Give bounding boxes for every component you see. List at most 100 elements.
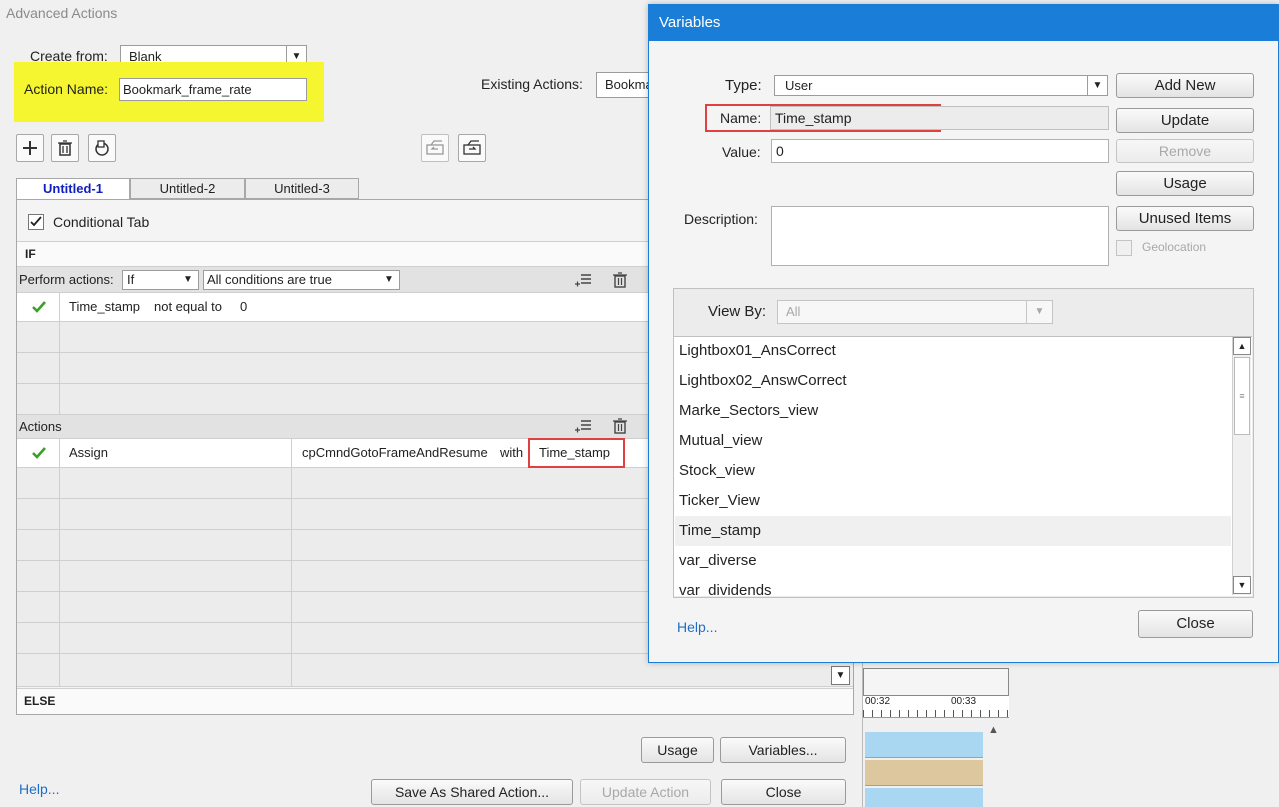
condition-value[interactable]: 0 (240, 299, 247, 314)
variable-list-item-selected[interactable]: Time_stamp (675, 516, 1231, 546)
dialog-usage-button[interactable]: Usage (1116, 171, 1254, 196)
action-name-input[interactable]: Bookmark_frame_rate (119, 78, 307, 101)
chevron-down-icon: ▼ (183, 274, 193, 285)
timeline-ruler: 00:32 00:33 (863, 696, 1009, 718)
tab-untitled-2[interactable]: Untitled-2 (130, 178, 245, 199)
update-label: Update (1160, 112, 1210, 129)
unused-items-button[interactable]: Unused Items (1116, 206, 1254, 231)
conditions-dropdown[interactable]: All conditions are true ▼ (203, 270, 400, 290)
name-value: Time_stamp (775, 110, 852, 126)
description-label: Description: (684, 211, 758, 227)
scroll-down-button[interactable]: ▼ (1233, 576, 1251, 594)
variable-list-item[interactable]: Mutual_view (675, 426, 1231, 456)
variables-button-label: Variables... (748, 742, 818, 758)
tab-label: Untitled-3 (274, 181, 330, 196)
variable-list-item[interactable]: Marke_Sectors_view (675, 396, 1231, 426)
save-as-shared-action-button[interactable]: Save As Shared Action... (371, 779, 573, 805)
condition-operator[interactable]: not equal to (154, 299, 222, 314)
tab-label: Untitled-1 (43, 181, 103, 196)
variable-list-item[interactable]: Lightbox01_AnsCorrect (675, 336, 1231, 366)
tab-label: Untitled-2 (159, 181, 216, 196)
tab-untitled-3[interactable]: Untitled-3 (245, 178, 359, 199)
timeline-track[interactable] (865, 732, 983, 758)
scroll-thumb[interactable]: ≡ (1234, 357, 1250, 435)
timeline-track[interactable] (865, 788, 983, 807)
dialog-close-label: Close (1176, 615, 1215, 632)
usage-button-label: Usage (657, 742, 698, 758)
duplicate-button[interactable] (88, 134, 116, 162)
view-by-value: All (786, 304, 801, 319)
geolocation-label: Geolocation (1142, 240, 1207, 254)
name-label: Name: (720, 110, 762, 126)
action-source: Time_stamp (539, 445, 611, 460)
perform-if-dropdown[interactable]: If ▼ (122, 270, 199, 290)
remove-label: Remove (1158, 143, 1212, 159)
import-button[interactable] (421, 134, 449, 162)
value-input[interactable]: 0 (771, 139, 1109, 163)
timeline-track[interactable] (865, 760, 983, 786)
scroll-up-icon[interactable]: ▲ (988, 724, 999, 736)
add-condition-icon[interactable] (573, 270, 593, 290)
description-input[interactable] (771, 206, 1109, 266)
import-icon (426, 140, 444, 155)
close-button[interactable]: Close (721, 779, 846, 805)
timeline-panel: 00:32 00:33 ▲ (862, 660, 1009, 807)
delete-action-icon[interactable] (610, 416, 630, 436)
dialog-title-bar: Variables (649, 5, 1278, 41)
dialog-close-button[interactable]: Close (1138, 610, 1253, 638)
plus-icon (23, 141, 37, 155)
chevron-down-icon: ▼ (1026, 301, 1052, 323)
condition-variable[interactable]: Time_stamp (69, 299, 140, 314)
type-dropdown[interactable]: User ▼ (774, 75, 1108, 96)
existing-actions-dropdown[interactable]: Bookmar (596, 72, 657, 98)
list-scrollbar[interactable]: ▲ ≡ ▼ (1232, 337, 1251, 595)
save-as-shared-action-label: Save As Shared Action... (394, 784, 550, 800)
add-action-icon[interactable] (573, 416, 593, 436)
timeline-tick-label: 00:32 (865, 696, 891, 707)
action-name-label: Action Name: (24, 81, 109, 97)
timeline-tick-label: 00:33 (951, 696, 977, 707)
check-icon (32, 301, 46, 313)
view-by-dropdown[interactable]: All ▼ (777, 300, 1053, 324)
view-by-label: View By: (708, 303, 767, 320)
variable-list-item[interactable]: var_dividends (675, 576, 1231, 596)
variables-button[interactable]: Variables... (720, 737, 846, 763)
dialog-help-link[interactable]: Help... (677, 619, 717, 635)
remove-button[interactable]: Remove (1116, 139, 1254, 163)
export-button[interactable] (458, 134, 486, 162)
action-source-highlight[interactable]: Time_stamp (528, 438, 625, 468)
delete-button[interactable] (51, 134, 79, 162)
scroll-up-button[interactable]: ▲ (1233, 337, 1251, 355)
dialog-usage-label: Usage (1163, 175, 1207, 192)
update-button[interactable]: Update (1116, 108, 1254, 133)
variable-list-item[interactable]: var_diverse (675, 546, 1231, 576)
name-input[interactable]: Time_stamp (770, 106, 1109, 130)
actions-label: Actions (19, 419, 62, 434)
variable-list-item[interactable]: Ticker_View (675, 486, 1231, 516)
update-action-label: Update Action (601, 784, 690, 800)
tab-untitled-1[interactable]: Untitled-1 (16, 178, 130, 199)
value-value: 0 (776, 143, 784, 159)
help-link[interactable]: Help... (19, 781, 59, 797)
usage-button[interactable]: Usage (641, 737, 714, 763)
scroll-down-button[interactable]: ▼ (831, 666, 850, 685)
variable-list-item[interactable]: Lightbox02_AnswCorrect (675, 366, 1231, 396)
chevron-down-icon: ▼ (1087, 76, 1107, 95)
close-button-label: Close (765, 784, 802, 800)
variable-list-item[interactable]: Stock_view (675, 456, 1231, 486)
chevron-down-icon: ▼ (384, 274, 394, 285)
conditions-value: All conditions are true (207, 272, 333, 287)
conditional-tab-checkbox[interactable] (28, 214, 44, 230)
if-label: IF (25, 247, 36, 261)
delete-condition-icon[interactable] (610, 270, 630, 290)
action-target[interactable]: cpCmndGotoFrameAndResume (302, 445, 488, 460)
checkmark-icon (30, 216, 42, 227)
add-new-button[interactable]: Add New (1116, 73, 1254, 98)
add-button[interactable] (16, 134, 44, 162)
else-header: ELSE (17, 688, 853, 714)
update-action-button[interactable]: Update Action (580, 779, 711, 805)
add-new-label: Add New (1154, 77, 1216, 94)
geolocation-checkbox[interactable] (1116, 240, 1132, 256)
action-type[interactable]: Assign (69, 445, 108, 460)
type-value: User (785, 78, 813, 93)
